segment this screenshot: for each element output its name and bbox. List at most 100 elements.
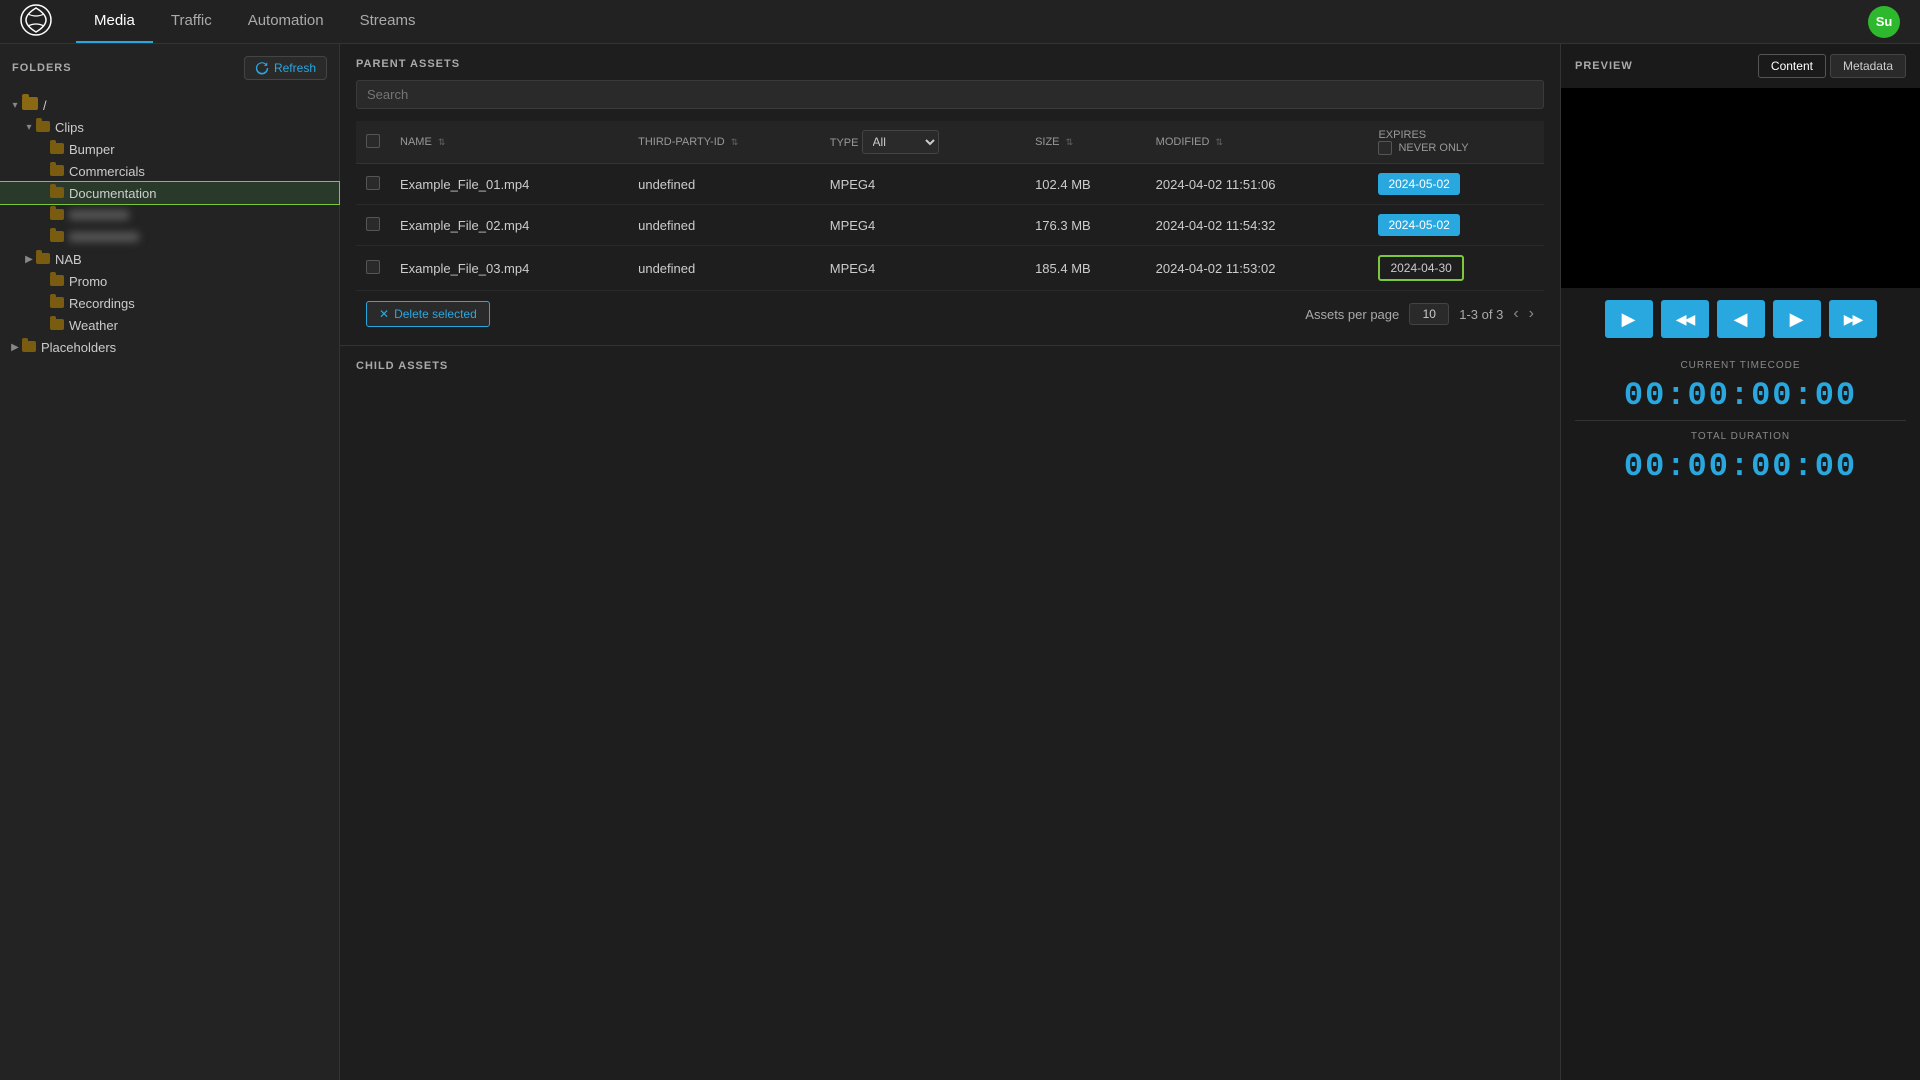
tree-item-blurred2[interactable] [0, 226, 339, 248]
play-button[interactable]: ▶ [1605, 300, 1653, 338]
nav-tabs: Media Traffic Automation Streams [76, 0, 433, 43]
col-third-party-id[interactable]: THIRD-PARTY-ID ⇅ [628, 121, 820, 164]
folder-icon-nab [36, 252, 50, 267]
preview-panel: PREVIEW Content Metadata ▶ ◀◀ ◀ ▶ ▶▶ CUR… [1560, 44, 1920, 1080]
tree-item-nab[interactable]: ▶ NAB [0, 248, 339, 270]
child-assets-section: CHILD ASSETS [340, 346, 1560, 1080]
pagination-prev-button[interactable]: ‹ [1513, 305, 1518, 323]
row-checkbox-2[interactable] [366, 217, 380, 231]
delete-icon: ✕ [379, 307, 389, 321]
tree-item-recordings[interactable]: Recordings [0, 292, 339, 314]
topnav: Media Traffic Automation Streams Su [0, 0, 1920, 44]
parent-assets-title: PARENT ASSETS [356, 58, 1544, 70]
folder-icon-weather [50, 318, 64, 333]
cell-modified-1: 2024-04-02 11:51:06 [1146, 164, 1369, 205]
logo [20, 4, 52, 39]
tree-arrow-clips: ▾ [22, 122, 36, 133]
total-duration-label: TOTAL DURATION [1561, 431, 1920, 442]
col-modified[interactable]: MODIFIED ⇅ [1146, 121, 1369, 164]
parent-assets-section: PARENT ASSETS NAME ⇅ THIRD-PARTY-ID [340, 44, 1560, 346]
folder-icon-recordings [50, 296, 64, 311]
current-timecode-value: 00:00:00:00 [1561, 377, 1920, 414]
tree-label-promo: Promo [69, 274, 107, 289]
cell-name-1: Example_File_01.mp4 [390, 164, 628, 205]
tab-content[interactable]: Content [1758, 54, 1826, 78]
search-input[interactable] [356, 80, 1544, 109]
delete-selected-button[interactable]: ✕ Delete selected [366, 301, 490, 327]
select-all-checkbox[interactable] [366, 134, 380, 148]
tree-item-documentation[interactable]: Documentation [0, 182, 339, 204]
cell-tpid-1: undefined [628, 164, 820, 205]
preview-header: PREVIEW Content Metadata [1561, 44, 1920, 88]
sidebar-title: FOLDERS [12, 62, 72, 74]
tree-label-nab: NAB [55, 252, 82, 267]
sort-modified-icon: ⇅ [1216, 137, 1224, 147]
select-all-header [356, 121, 390, 164]
cell-tpid-3: undefined [628, 246, 820, 291]
assets-per-page-label: Assets per page [1305, 307, 1399, 322]
type-filter-select[interactable]: All MPEG4 MXF MOV [862, 130, 939, 154]
folder-tree: ▾ / ▾ Clips [0, 90, 339, 362]
fast-forward-button[interactable]: ▶▶ [1829, 300, 1877, 338]
preview-video-area [1561, 88, 1920, 288]
tree-label-blurred1 [69, 210, 129, 220]
row-checkbox-3[interactable] [366, 260, 380, 274]
row-checkbox-1[interactable] [366, 176, 380, 190]
tree-item-promo[interactable]: Promo [0, 270, 339, 292]
tree-item-clips[interactable]: ▾ Clips [0, 116, 339, 138]
preview-tabs: Content Metadata [1758, 54, 1906, 78]
tab-streams[interactable]: Streams [342, 0, 434, 43]
tree-label-weather: Weather [69, 318, 118, 333]
tree-item-blurred1[interactable] [0, 204, 339, 226]
folder-icon-bumper [50, 142, 64, 157]
tab-media[interactable]: Media [76, 0, 153, 43]
cell-size-3: 185.4 MB [1025, 246, 1146, 291]
col-size[interactable]: SIZE ⇅ [1025, 121, 1146, 164]
cell-name-3: Example_File_03.mp4 [390, 246, 628, 291]
cell-tpid-2: undefined [628, 205, 820, 246]
tree-label-blurred2 [69, 232, 139, 242]
tree-item-root[interactable]: ▾ / [0, 94, 339, 116]
never-only-checkbox[interactable] [1378, 141, 1392, 155]
tab-metadata[interactable]: Metadata [1830, 54, 1906, 78]
folder-icon-promo [50, 274, 64, 289]
per-page-input[interactable] [1409, 303, 1449, 325]
preview-controls: ▶ ◀◀ ◀ ▶ ▶▶ [1561, 288, 1920, 350]
cell-expires-2: 2024-05-02 [1368, 205, 1544, 246]
sort-name-icon: ⇅ [438, 137, 446, 147]
child-assets-title: CHILD ASSETS [356, 360, 1544, 372]
tree-item-weather[interactable]: Weather [0, 314, 339, 336]
content-area: PARENT ASSETS NAME ⇅ THIRD-PARTY-ID [340, 44, 1560, 1080]
current-timecode-section: CURRENT TIMECODE 00:00:00:00 [1561, 350, 1920, 420]
tree-label-documentation: Documentation [69, 186, 156, 201]
refresh-button[interactable]: Refresh [244, 56, 327, 80]
expires-badge-3: 2024-04-30 [1378, 255, 1463, 281]
col-name[interactable]: NAME ⇅ [390, 121, 628, 164]
assets-table: NAME ⇅ THIRD-PARTY-ID ⇅ TYPE All MPEG4 [356, 121, 1544, 291]
tree-item-bumper[interactable]: Bumper [0, 138, 339, 160]
sidebar: FOLDERS Refresh ▾ / ▾ [0, 44, 340, 1080]
folder-icon-clips [36, 120, 50, 135]
cell-size-1: 102.4 MB [1025, 164, 1146, 205]
pagination-info: 1-3 of 3 [1459, 307, 1503, 322]
total-duration-section: TOTAL DURATION 00:00:00:00 [1561, 421, 1920, 491]
pagination-next-button[interactable]: › [1529, 305, 1534, 323]
expires-badge-1: 2024-05-02 [1378, 173, 1459, 195]
pagination: Assets per page 1-3 of 3 ‹ › [1305, 303, 1534, 325]
table-row[interactable]: Example_File_02.mp4 undefined MPEG4 176.… [356, 205, 1544, 246]
step-forward-button[interactable]: ▶ [1773, 300, 1821, 338]
main-layout: FOLDERS Refresh ▾ / ▾ [0, 44, 1920, 1080]
cell-size-2: 176.3 MB [1025, 205, 1146, 246]
rewind-button[interactable]: ◀◀ [1661, 300, 1709, 338]
table-row[interactable]: Example_File_01.mp4 undefined MPEG4 102.… [356, 164, 1544, 205]
cell-type-3: MPEG4 [820, 246, 1025, 291]
tree-item-commercials[interactable]: Commercials [0, 160, 339, 182]
user-avatar[interactable]: Su [1868, 6, 1900, 38]
table-row[interactable]: Example_File_03.mp4 undefined MPEG4 185.… [356, 246, 1544, 291]
tree-label-root: / [43, 98, 47, 113]
tab-traffic[interactable]: Traffic [153, 0, 230, 43]
step-back-button[interactable]: ◀ [1717, 300, 1765, 338]
current-timecode-label: CURRENT TIMECODE [1561, 360, 1920, 371]
tab-automation[interactable]: Automation [230, 0, 342, 43]
tree-item-placeholders[interactable]: ▶ Placeholders [0, 336, 339, 358]
